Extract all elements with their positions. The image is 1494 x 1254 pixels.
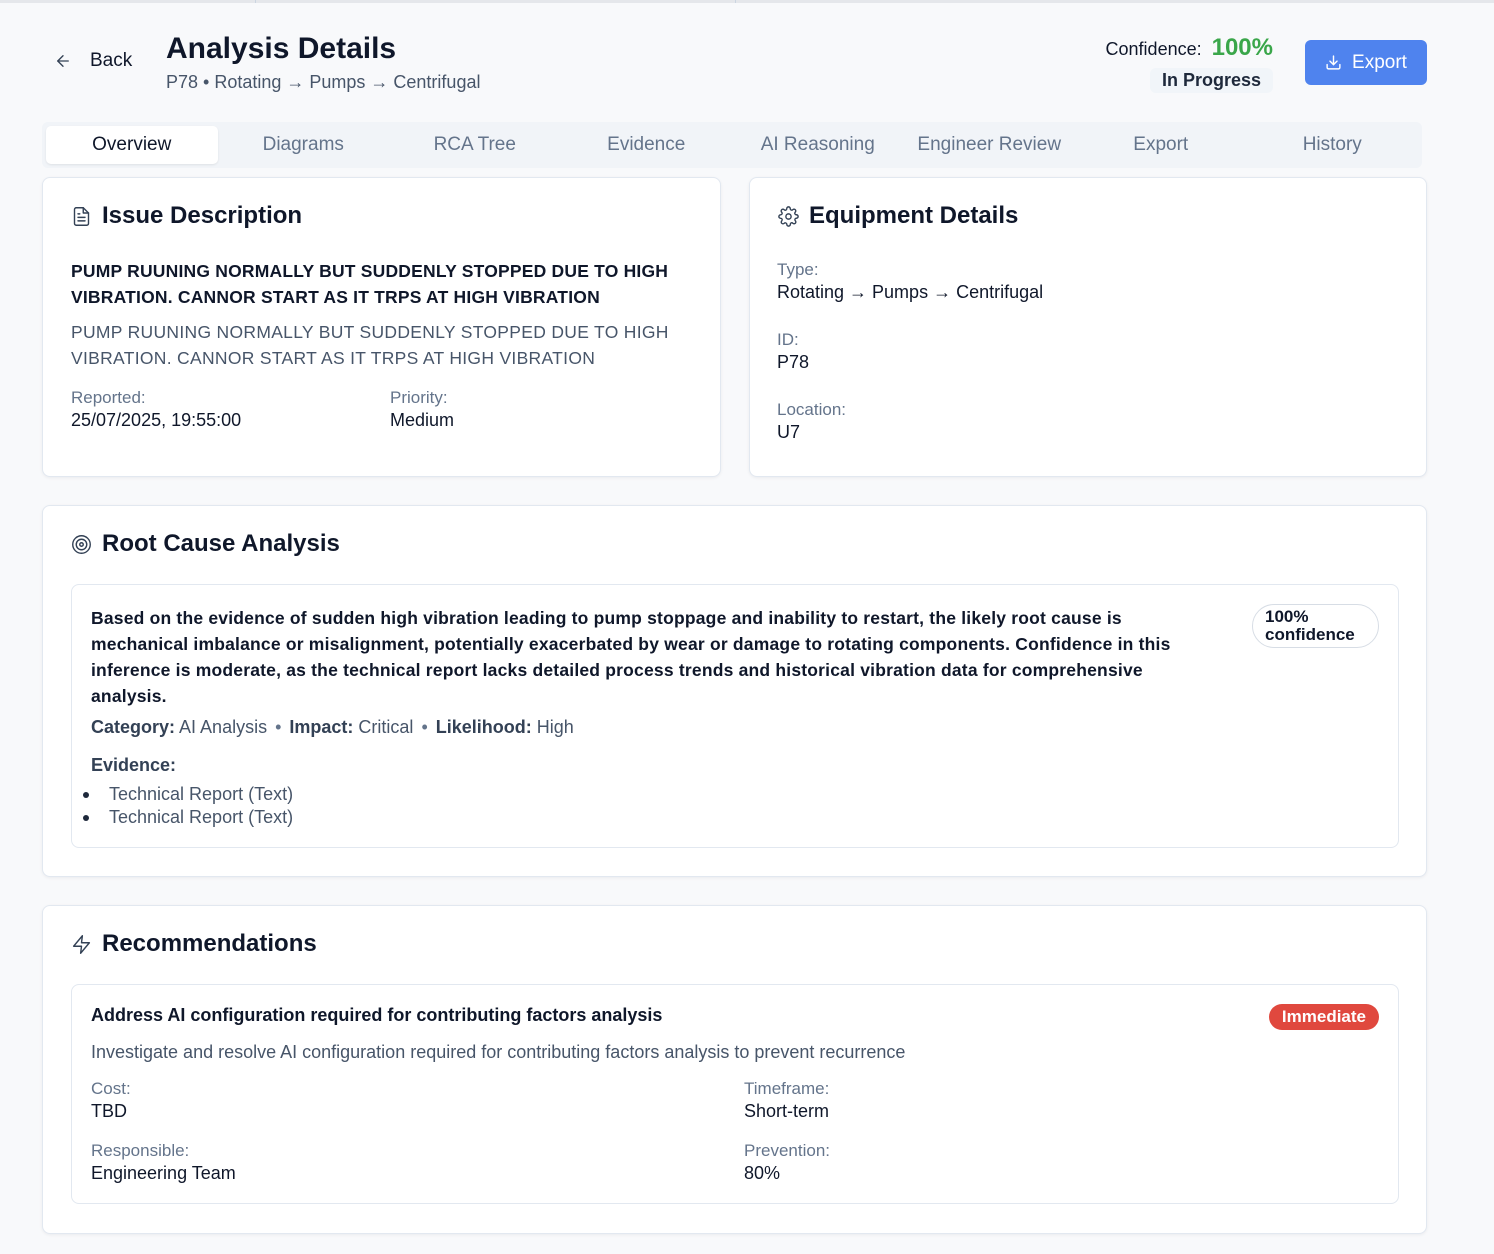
prevention-value: 80% [744,1163,781,1183]
issue-description-heading: Issue Description [102,202,303,229]
cost-field: Cost: TBD [91,1079,131,1122]
equipment-details-card: Equipment Details Type: Rotating → Pumps… [749,177,1427,477]
issue-details: PUMP RUUNING NORMALLY BUT SUDDENLY STOPP… [71,322,669,368]
evidence-item: Technical Report (Text) [72,783,293,806]
top-divider [0,0,1494,3]
priority-badge: Immediate [1268,1004,1379,1030]
root-cause-text: Based on the evidence of sudden high vib… [91,608,1171,706]
export-button-label: Export [1352,51,1407,73]
priority-label: Priority: [390,388,448,407]
priority-field: Priority: Medium [390,388,454,431]
evidence-label: Evidence: [91,755,177,775]
back-label: Back [90,50,133,71]
reported-label: Reported: [71,388,146,407]
page-title: Analysis Details [166,32,397,65]
equipment-location-field: Location: U7 [777,400,846,443]
equipment-id-field: ID: P78 [777,330,809,373]
breadcrumb-separator: • [203,72,210,92]
root-cause-analysis-heading: Root Cause Analysis [102,530,340,557]
root-cause-meta: Category: AI Analysis • Impact: Critical • L… [91,717,574,738]
breadcrumb: P78 • Rotating → Pumps → Centrifugal [166,72,480,93]
tab-bar: Overview Diagrams RCA Tree Evidence AI R… [42,122,1422,168]
prevention-field: Prevention: 80% [744,1141,830,1184]
recommendation-title: Address AI configuration required for co… [91,1005,663,1025]
prevention-label: Prevention: [744,1141,830,1160]
reported-value: 25/07/2025, 19:55:00 [71,410,242,430]
back-button[interactable]: Back [54,50,132,72]
tab-export[interactable]: Export [1075,126,1247,164]
issue-description-card: Issue Description PUMP RUUNING NORMALLY … [42,177,721,477]
root-cause-analysis-card: Root Cause Analysis Based on the evidenc… [42,505,1427,877]
meta-separator: • [421,717,428,737]
likelihood-label: Likelihood: [435,717,532,737]
status-badge: In Progress [1149,68,1273,93]
arrow-left-icon [57,55,69,67]
equipment-type-field: Type: Rotating → Pumps → Centrifugal [777,260,1043,303]
recommendations-heading: Recommendations [102,930,317,957]
tab-engineer-review[interactable]: Engineer Review [904,126,1076,164]
equipment-type-value: Rotating → Pumps → Centrifugal [777,282,1044,302]
equipment-type-label: Type: [777,260,819,279]
equipment-location-value: U7 [777,422,801,442]
confidence-value: 100% [1211,34,1273,61]
impact-value: Critical [358,717,414,737]
confidence-pill: 100% confidence [1252,604,1379,648]
tab-overview[interactable]: Overview [46,126,218,164]
issue-summary: PUMP RUUNING NORMALLY BUT SUDDENLY STOPP… [71,261,669,307]
equipment-id-label: ID: [777,330,799,349]
recommendation-item: Address AI configuration required for co… [71,984,1399,1204]
likelihood-value: High [536,717,574,737]
recommendations-card: Recommendations Address AI configuration… [42,905,1427,1234]
equipment-id-value: P78 [777,352,810,372]
export-button[interactable]: Export [1305,40,1427,85]
recommendation-description: Investigate and resolve AI configuration… [91,1042,906,1062]
category-value: AI Analysis [179,717,268,737]
cost-label: Cost: [91,1079,131,1098]
breadcrumb-equipment-path: Rotating → Pumps → Centrifugal [214,72,481,92]
tab-ai-reasoning[interactable]: AI Reasoning [732,126,904,164]
tab-history[interactable]: History [1247,126,1419,164]
reported-field: Reported: 25/07/2025, 19:55:00 [71,388,241,431]
tab-rca-tree[interactable]: RCA Tree [389,126,561,164]
file-text-icon [73,206,90,226]
confidence-pill-word: confidence [1265,625,1355,644]
tab-diagrams[interactable]: Diagrams [218,126,390,164]
timeframe-label: Timeframe: [744,1079,830,1098]
equipment-location-label: Location: [777,400,846,419]
timeframe-value: Short-term [744,1101,830,1121]
download-icon [1326,55,1341,70]
impact-label: Impact: [289,717,354,737]
target-icon [72,534,91,554]
meta-separator: • [275,717,282,737]
equipment-details-heading: Equipment Details [809,202,1019,229]
cost-value: TBD [91,1101,127,1121]
gear-icon [778,205,799,227]
category-label: Category: [91,717,176,737]
confidence-label: Confidence: [1105,39,1202,59]
confidence-display: Confidence: 100% [1106,34,1273,62]
timeframe-field: Timeframe: Short-term [744,1079,829,1122]
root-cause-item: Based on the evidence of sudden high vib… [71,584,1399,848]
responsible-value: Engineering Team [91,1163,236,1183]
lightning-icon [72,934,91,954]
evidence-list: Technical Report (Text) Technical Report… [72,783,293,829]
responsible-field: Responsible: Engineering Team [91,1141,236,1184]
responsible-label: Responsible: [91,1141,190,1160]
confidence-pill-value: 100% [1265,607,1309,626]
priority-value: Medium [390,410,455,430]
breadcrumb-equipment-id: P78 [166,72,199,92]
tab-evidence[interactable]: Evidence [561,126,733,164]
evidence-item: Technical Report (Text) [72,806,293,829]
